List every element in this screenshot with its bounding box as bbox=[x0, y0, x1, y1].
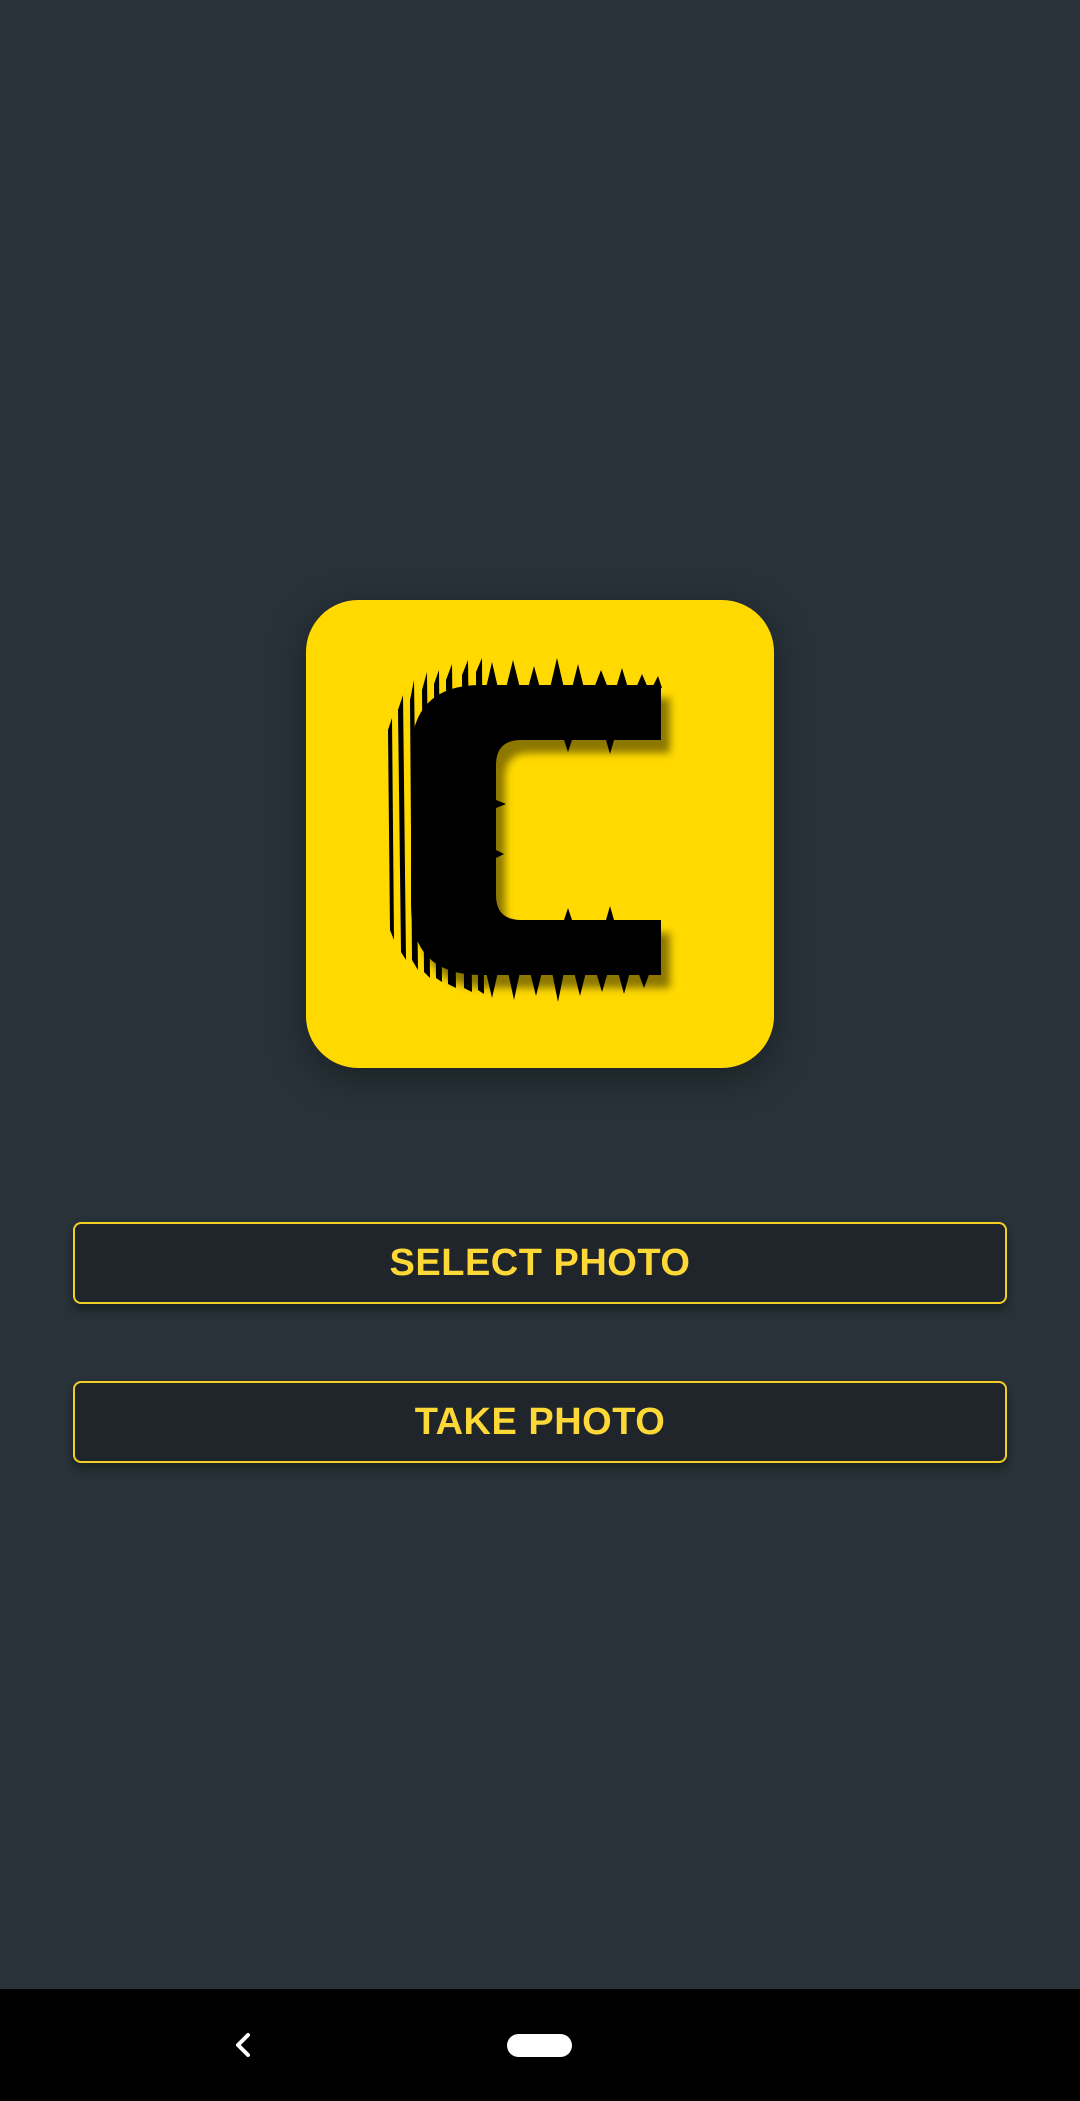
system-navigation-bar bbox=[0, 1989, 1080, 2101]
chevron-left-icon[interactable] bbox=[220, 2021, 268, 2069]
select-photo-button[interactable]: SELECT PHOTO bbox=[73, 1222, 1007, 1304]
glitch-letter-c-logo-icon bbox=[306, 600, 774, 1068]
app-logo bbox=[306, 600, 774, 1068]
home-pill-icon[interactable] bbox=[507, 2034, 572, 2057]
home-screen: SELECT PHOTO TAKE PHOTO bbox=[0, 0, 1080, 2101]
take-photo-button[interactable]: TAKE PHOTO bbox=[73, 1381, 1007, 1463]
